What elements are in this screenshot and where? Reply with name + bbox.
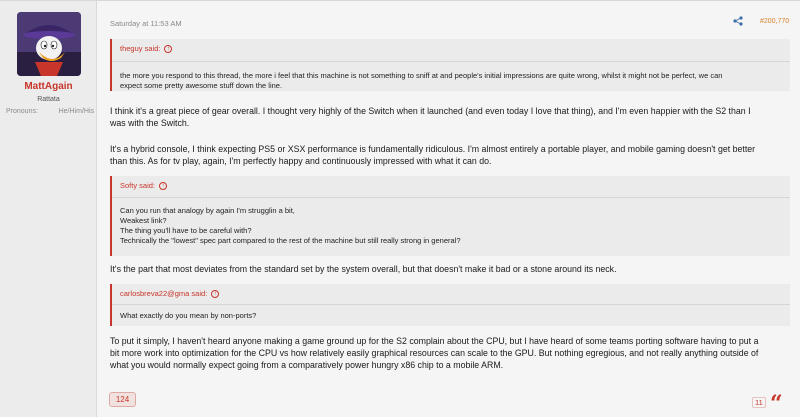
post-paragraph: It's a hybrid console, I think expecting… (110, 143, 790, 167)
user-panel: MattAgain Rattata Pronouns: He/Him/His (0, 1, 97, 417)
quote-block: Softy said: ↑ Can you run that analogy b… (110, 176, 790, 256)
quote-icon[interactable]: “ (770, 391, 788, 417)
paragraph-line: bit more work into optimization for the … (110, 348, 759, 358)
paragraph-line: what you would normally expect going fro… (110, 360, 504, 370)
quote-line: What exactly do you mean by non-ports? (120, 311, 257, 320)
share-icon[interactable] (733, 16, 743, 26)
quote-content: Can you run that analogy by again I'm st… (120, 206, 782, 246)
post-number-link[interactable]: #200,770 (760, 18, 789, 25)
quote-line: Weakest link? (120, 216, 167, 225)
paragraph-line: was with the Switch. (110, 118, 190, 128)
pronouns-label: Pronouns: (6, 108, 38, 115)
paragraph-line: To put it simply, I haven't heard anyone… (110, 336, 759, 346)
pronouns-value: He/Him/His (58, 108, 94, 115)
reaction-count-button[interactable]: 124 (109, 392, 136, 407)
quote-header[interactable]: Softy said: ↑ (120, 181, 168, 190)
user-title: Rattata (37, 96, 60, 103)
quote-line: expect some pretty awesome stuff down th… (120, 81, 283, 90)
quote-block: carlosbreva22@gma said: ↑ What exactly d… (110, 284, 790, 326)
arrow-up-circle-icon[interactable]: ↑ (159, 181, 168, 190)
avatar[interactable] (17, 12, 81, 76)
arrow-up-circle-icon[interactable]: ↑ (164, 44, 173, 53)
arrow-up-circle-icon[interactable]: ↑ (211, 289, 220, 298)
paragraph-line: I think it's a great piece of gear overa… (110, 106, 751, 116)
quote-author[interactable]: carlosbreva22@gma said: (120, 289, 207, 298)
paragraph-line: It's a hybrid console, I think expecting… (110, 144, 756, 154)
quote-header[interactable]: carlosbreva22@gma said: ↑ (120, 289, 220, 298)
quote-content: What exactly do you mean by non-ports? (120, 311, 782, 321)
forum-post: MattAgain Rattata Pronouns: He/Him/His S… (0, 0, 800, 417)
username[interactable]: MattAgain (0, 81, 97, 92)
quote-divider (112, 197, 790, 198)
quote-line: Technically the "lowest" spec part compa… (120, 236, 461, 245)
quote-line: Can you run that analogy by again I'm st… (120, 206, 295, 215)
post-paragraph: I think it's a great piece of gear overa… (110, 105, 790, 129)
paragraph-line: than this. As for tv play, again, I'm pe… (110, 156, 492, 166)
user-pronouns: Pronouns: He/Him/His (6, 108, 94, 115)
quote-line: the more you respond to this thread, the… (120, 71, 723, 80)
quote-line: The thing you'll have to be careful with… (120, 226, 252, 235)
like-count[interactable]: 11 (752, 397, 766, 408)
quote-content: the more you respond to this thread, the… (120, 71, 782, 91)
quote-author[interactable]: Softy said: (120, 181, 155, 190)
quote-header[interactable]: theguy said: ↑ (120, 44, 173, 53)
post-paragraph: To put it simply, I haven't heard anyone… (110, 335, 790, 371)
quote-divider (112, 61, 790, 62)
quote-divider (112, 304, 790, 305)
quote-author[interactable]: theguy said: (120, 44, 160, 53)
avatar-image (17, 12, 81, 76)
post-paragraph: It's the part that most deviates from th… (110, 263, 790, 275)
quote-block: theguy said: ↑ the more you respond to t… (110, 39, 790, 91)
paragraph-line: It's the part that most deviates from th… (110, 264, 617, 274)
post-date[interactable]: Saturday at 11:53 AM (110, 19, 182, 28)
